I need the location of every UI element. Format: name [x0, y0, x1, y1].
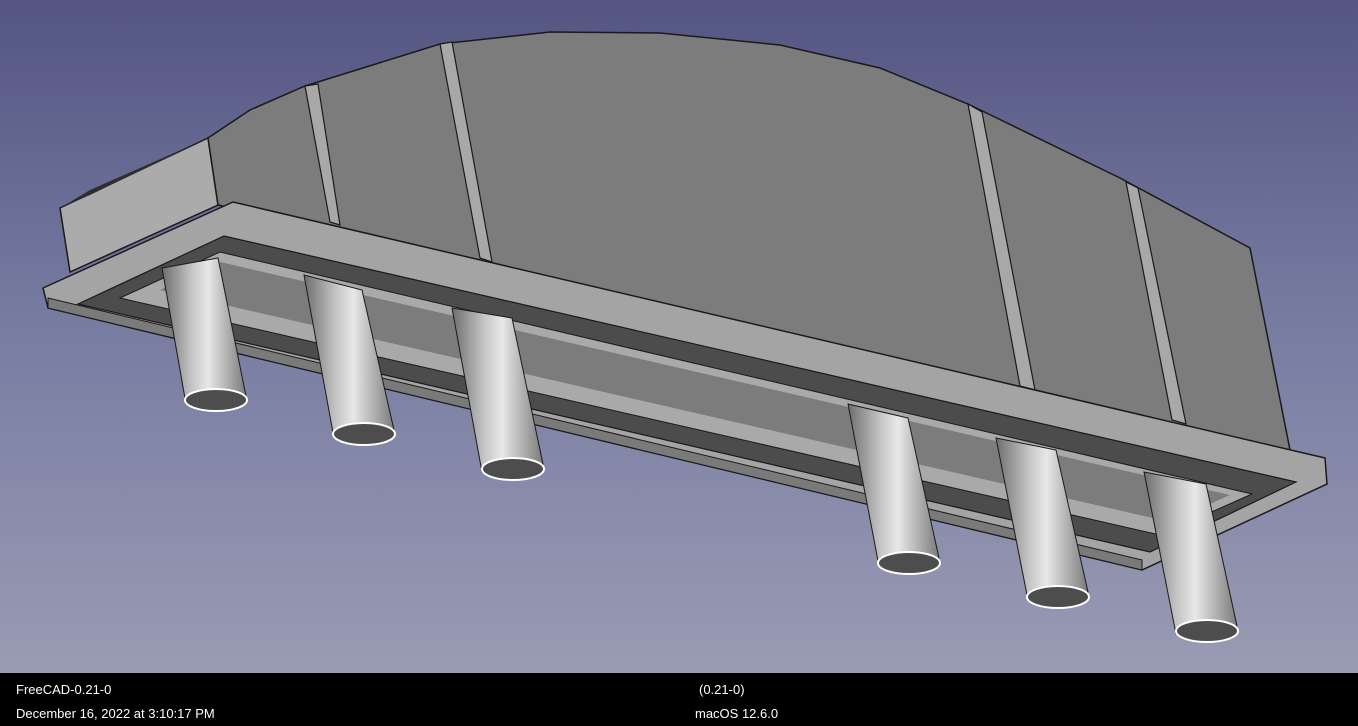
status-bar: FreeCAD-0.21-0 December 16, 2022 at 3:10… — [0, 673, 1358, 726]
model-render — [42, 31, 1328, 643]
os-label: macOS 12.6.0 — [695, 706, 779, 721]
version-short-label: (0.21-0) — [699, 682, 745, 697]
date-label: December 16, 2022 at 3:10:17 PM — [16, 706, 215, 721]
app-version-label: FreeCAD-0.21-0 — [16, 682, 112, 697]
3d-viewport[interactable] — [0, 0, 1358, 673]
